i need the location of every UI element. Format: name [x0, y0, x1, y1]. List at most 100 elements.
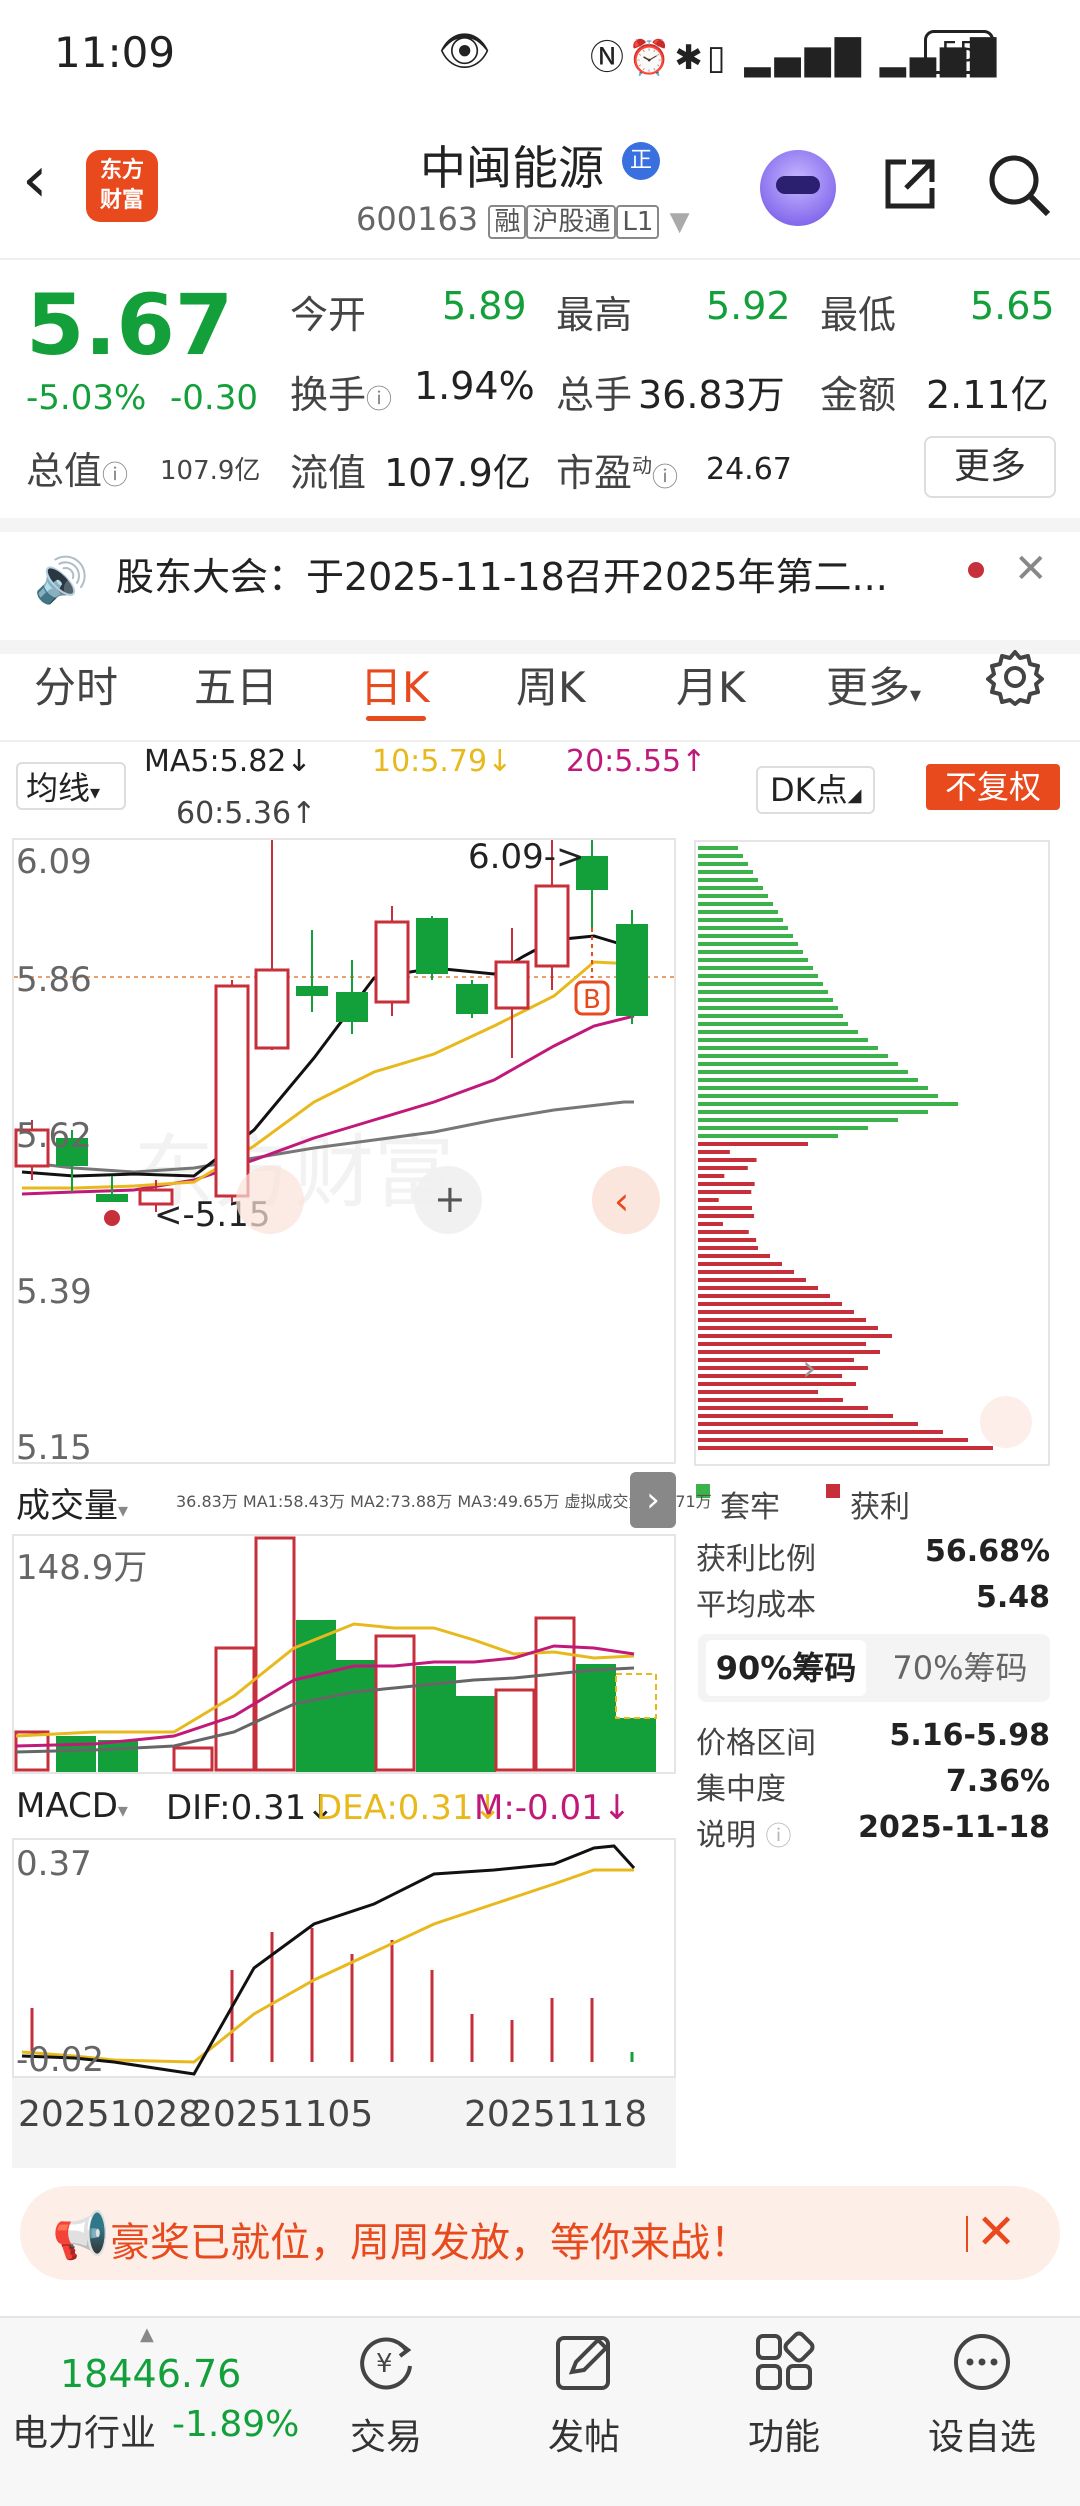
sector-index-value[interactable]: 18446.76	[60, 2352, 241, 2396]
nav-function[interactable]: 功能	[714, 2330, 854, 2460]
share-icon[interactable]	[878, 152, 942, 216]
header-divider	[0, 258, 1080, 260]
macd-m: M:-0.01↓	[474, 1788, 632, 1828]
chevron-down-icon[interactable]: ▼	[670, 207, 690, 237]
close-icon[interactable]: ✕	[976, 2204, 1016, 2260]
info-icon[interactable]: ⓘ	[766, 1822, 792, 1852]
nav-post[interactable]: 发帖	[514, 2330, 654, 2460]
info-icon[interactable]: ⓘ	[652, 463, 678, 493]
tab-chip-90[interactable]: 90%筹码	[706, 1640, 866, 1696]
logo-text-2: 财富	[99, 188, 144, 213]
chevron-left-icon: ‹	[614, 1179, 629, 1223]
chip-bar	[698, 918, 783, 922]
chip-bar	[698, 1366, 868, 1370]
chip-bar	[698, 974, 818, 978]
nav-trade-label: 交易	[349, 2417, 422, 2458]
macd-select[interactable]: MACD▾	[16, 1786, 128, 1826]
info-icon[interactable]: ⓘ	[366, 385, 392, 415]
chips-distribution[interactable]: ›	[694, 840, 1050, 1466]
prev-page-button[interactable]	[236, 1166, 304, 1234]
date-label: 20251028	[18, 2094, 202, 2135]
chip-bar	[698, 1126, 868, 1130]
turnover-label[interactable]: 换手ⓘ	[290, 364, 392, 419]
close-icon[interactable]: ✕	[1014, 546, 1048, 592]
note-label[interactable]: 说明 ⓘ	[696, 1810, 792, 1854]
kline-chart[interactable]: 东方财富 6.09-> <-5.15 B + ‹	[12, 838, 676, 1464]
chip-bar	[698, 1222, 723, 1226]
volume-bar	[98, 1740, 138, 1772]
caret-up-icon[interactable]: ▲	[140, 2324, 154, 2345]
sector-name[interactable]: 电力行业	[12, 2404, 156, 2456]
chip-bar	[698, 1062, 898, 1066]
chip-bar	[698, 878, 758, 882]
chip-bar	[698, 854, 743, 858]
nav-watchlist[interactable]: 设自选	[912, 2330, 1052, 2460]
tab-weekly-k[interactable]: 周K	[516, 654, 586, 715]
info-icon[interactable]: ⓘ	[102, 461, 128, 491]
tab-intraday[interactable]: 分时	[34, 654, 118, 715]
pe-text: 市盈	[556, 451, 633, 495]
tab-monthly-k[interactable]: 月K	[676, 654, 746, 715]
more-quote-button[interactable]: 更多	[924, 436, 1056, 498]
chip-bar	[698, 1102, 958, 1106]
chevron-right-icon[interactable]: ›	[802, 1348, 816, 1389]
total-value-label[interactable]: 总值ⓘ	[26, 440, 128, 495]
tab-daily-k[interactable]: 日K	[360, 654, 430, 715]
macd-chart[interactable]	[12, 1838, 676, 2078]
notice-text[interactable]: 股东大会：于2025-11-18召开2025年第二...	[116, 546, 888, 601]
chip-bar	[698, 910, 778, 914]
legend-swatch-profit	[826, 1484, 840, 1498]
search-icon[interactable]	[986, 152, 1052, 218]
low-label: 最低	[820, 293, 897, 337]
adjust-button[interactable]: 不复权	[926, 764, 1060, 810]
gear-icon[interactable]	[986, 648, 1044, 706]
chip-bar	[698, 1110, 928, 1114]
chip-bar	[698, 1318, 866, 1322]
promo-text[interactable]: 豪奖已就位，周周发放，等你来战！	[110, 2210, 750, 2268]
open-value: 5.89	[442, 284, 527, 328]
chevron-right-button[interactable]: ›	[630, 1472, 676, 1528]
dea-line	[21, 1868, 634, 2064]
tab-more[interactable]: 更多▾	[826, 654, 921, 715]
chip-bars	[698, 846, 993, 1450]
volume-bar	[494, 1688, 536, 1772]
open-label: 今开	[290, 293, 367, 337]
chip-bar	[698, 1398, 843, 1402]
tag-l1: L1	[616, 205, 660, 239]
nav-trade[interactable]: ¥ 交易	[316, 2330, 456, 2460]
float-value-label: 流值	[290, 451, 367, 495]
chip-bar	[698, 1350, 880, 1354]
chip-bar	[698, 966, 813, 970]
grid-icon	[756, 2331, 815, 2390]
chip-bar	[698, 1302, 842, 1306]
chip-bar	[698, 998, 833, 1002]
change-percent: -5.03%	[26, 378, 147, 418]
volume-label: 总手	[556, 373, 633, 417]
macd-svg	[21, 1844, 636, 2076]
dk-point-button[interactable]: DK点◢	[756, 766, 876, 814]
back-button[interactable]: ‹	[22, 148, 48, 212]
current-price: 5.67	[26, 276, 234, 374]
expand-icon[interactable]	[980, 1396, 1032, 1448]
assistant-robot-icon[interactable]	[760, 150, 836, 226]
chip-bar	[698, 1294, 830, 1298]
turnover-text: 换手	[290, 373, 367, 417]
chip-bar	[698, 1094, 938, 1098]
pe-label[interactable]: 市盈动ⓘ	[556, 442, 678, 497]
dk-label: DK点	[770, 771, 848, 809]
tab-chip-70[interactable]: 70%筹码	[880, 1640, 1040, 1696]
chip-bar	[698, 1270, 794, 1274]
date-label: 20251118	[464, 2094, 648, 2135]
y-label: 5.15	[16, 1428, 92, 1468]
caret-down-icon: ▾	[90, 780, 101, 804]
caret-down-icon: ▾	[910, 683, 922, 708]
indicator-select[interactable]: 均线▾	[16, 762, 126, 810]
volume-select[interactable]: 成交量▾	[16, 1478, 128, 1527]
app-logo[interactable]: 东方 财富	[86, 150, 158, 222]
tab-five-day[interactable]: 五日	[194, 654, 278, 715]
profit-ratio-value: 56.68%	[925, 1534, 1050, 1569]
stock-name: 中闽能源	[420, 141, 604, 195]
kline-svg: 东方财富 6.09-> <-5.15 B + ‹	[14, 840, 674, 1235]
dif-line	[21, 1844, 636, 2076]
caret-down-icon: ▾	[117, 1798, 128, 1822]
